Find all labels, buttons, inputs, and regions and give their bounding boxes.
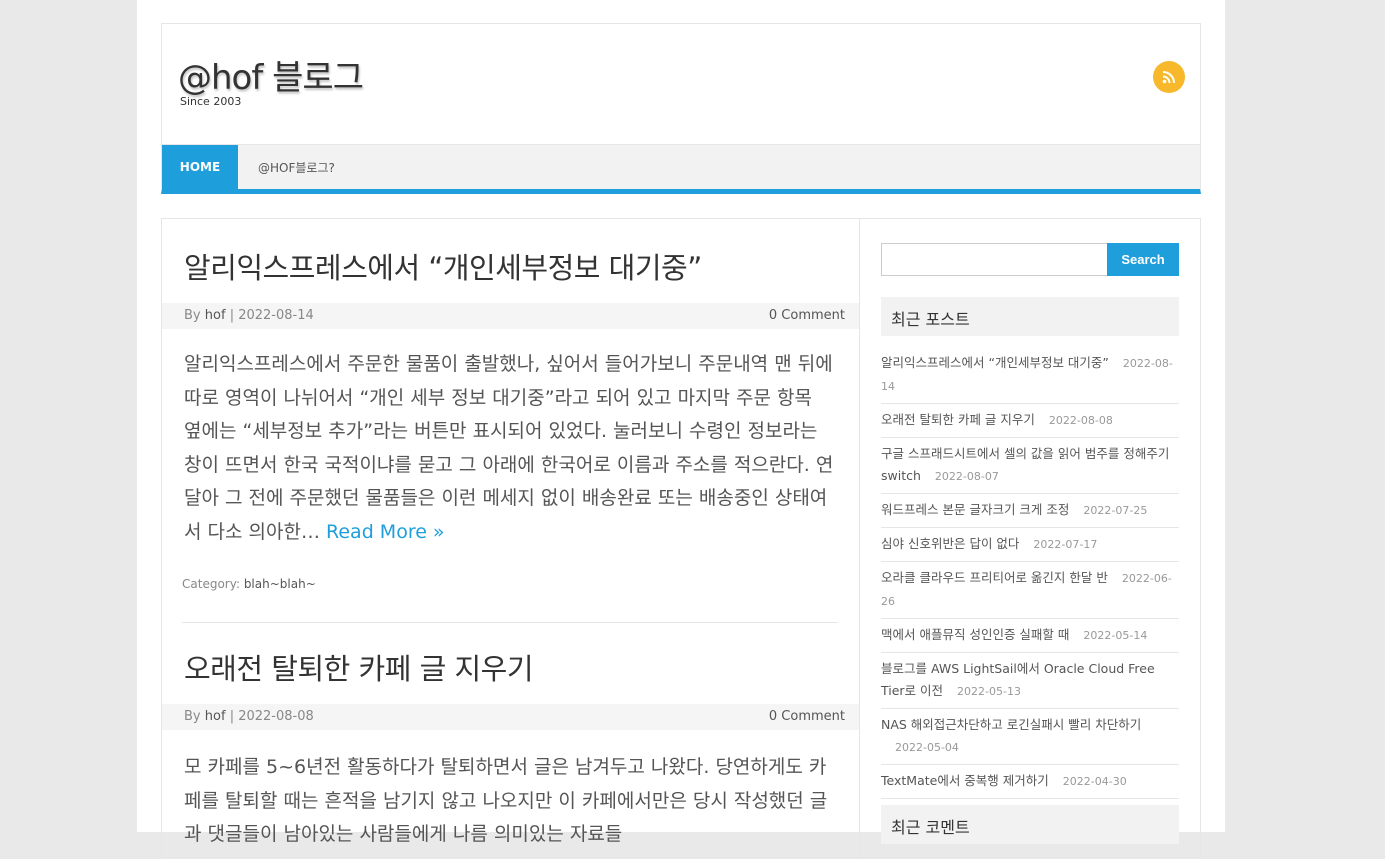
by-label: By bbox=[184, 709, 201, 724]
recent-post-date: 2022-05-04 bbox=[895, 741, 959, 754]
recent-posts-title: 최근 포스트 bbox=[881, 297, 1179, 336]
page: @hof 블로그 Since 2003 HOME @HOF블로그? 알리익스프레… bbox=[137, 0, 1225, 859]
list-item: 심야 신호위반은 답이 없다 2022-07-17 bbox=[881, 528, 1179, 562]
recent-post-date: 2022-08-07 bbox=[934, 470, 999, 483]
post-category: Category: blah~blah~ bbox=[182, 577, 316, 591]
content-area: 알리익스프레스에서 “개인세부정보 대기중” By hof | 2022-08-… bbox=[161, 218, 1201, 859]
meta-divider: | bbox=[229, 308, 235, 323]
recent-post-date: 2022-07-25 bbox=[1083, 504, 1148, 517]
category-link[interactable]: blah~blah~ bbox=[244, 577, 316, 591]
recent-post-link[interactable]: TextMate에서 중복행 제거하기 bbox=[881, 773, 1049, 788]
recent-post-link[interactable]: NAS 해외접근차단하고 로긴실패시 빨리 차단하기 bbox=[881, 717, 1141, 732]
post-meta: By hof | 2022-08-14 0 Comment bbox=[162, 303, 859, 329]
list-item: 알리익스프레스에서 “개인세부정보 대기중” 2022-08-14 bbox=[881, 347, 1179, 404]
post-date[interactable]: 2022-08-08 bbox=[238, 709, 314, 724]
recent-post-link[interactable]: 오래전 탈퇴한 카페 글 지우기 bbox=[881, 412, 1035, 427]
site-title[interactable]: @hof 블로그 bbox=[178, 50, 364, 99]
rss-button[interactable] bbox=[1153, 61, 1185, 93]
recent-posts-list: 알리익스프레스에서 “개인세부정보 대기중” 2022-08-14 오래전 탈퇴한… bbox=[881, 347, 1179, 799]
post-author[interactable]: hof bbox=[205, 308, 226, 323]
list-item: 구글 스프래드시트에서 셀의 값을 읽어 범주를 정해주기 switch 2022… bbox=[881, 438, 1179, 494]
nav-item-home[interactable]: HOME bbox=[162, 145, 238, 189]
recent-post-link[interactable]: 오라클 클라우드 프리티어로 옮긴지 한달 반 bbox=[881, 570, 1108, 585]
post-comments-link[interactable]: 0 Comment bbox=[769, 308, 845, 323]
recent-post-link[interactable]: 워드프레스 본문 글자크기 크게 조정 bbox=[881, 502, 1069, 517]
list-item: TextMate에서 중복행 제거하기 2022-04-30 bbox=[881, 765, 1179, 799]
list-item: 오래전 탈퇴한 카페 글 지우기 2022-08-08 bbox=[881, 404, 1179, 438]
main-column: 알리익스프레스에서 “개인세부정보 대기중” By hof | 2022-08-… bbox=[162, 219, 860, 859]
site-description: Since 2003 bbox=[180, 95, 242, 108]
category-label: Category: bbox=[182, 577, 240, 591]
list-item: 블로그를 AWS LightSail에서 Oracle Cloud Free T… bbox=[881, 653, 1179, 709]
search-button[interactable]: Search bbox=[1107, 243, 1179, 276]
post-excerpt: 알리익스프레스에서 주문한 물품이 출발했나, 싶어서 들어가보니 주문내역 맨… bbox=[184, 348, 834, 549]
post-title[interactable]: 알리익스프레스에서 “개인세부정보 대기중” bbox=[184, 245, 702, 287]
post-byline: By hof | 2022-08-14 bbox=[184, 308, 314, 323]
post-meta: By hof | 2022-08-08 0 Comment bbox=[162, 704, 859, 730]
nav-item-about[interactable]: @HOF블로그? bbox=[258, 145, 335, 189]
recent-post-link[interactable]: 심야 신호위반은 답이 없다 bbox=[881, 536, 1019, 551]
recent-post-date: 2022-07-17 bbox=[1033, 538, 1098, 551]
recent-comments-title: 최근 코멘트 bbox=[881, 805, 1179, 844]
post-comments-link[interactable]: 0 Comment bbox=[769, 709, 845, 724]
post-excerpt: 모 카페를 5~6년전 활동하다가 탈퇴하면서 글은 남겨두고 나왔다. 당연하… bbox=[184, 751, 834, 852]
recent-post-link[interactable]: 구글 스프래드시트에서 셀의 값을 읽어 범주를 정해주기 switch bbox=[881, 446, 1169, 483]
recent-post-link[interactable]: 알리익스프레스에서 “개인세부정보 대기중” bbox=[881, 355, 1109, 370]
recent-post-date: 2022-08-08 bbox=[1048, 414, 1113, 427]
by-label: By bbox=[184, 308, 201, 323]
post-byline: By hof | 2022-08-08 bbox=[184, 709, 314, 724]
recent-post-date: 2022-05-13 bbox=[957, 685, 1021, 698]
main-nav: HOME @HOF블로그? bbox=[161, 144, 1201, 194]
post-divider bbox=[182, 622, 838, 623]
post-excerpt-text: 알리익스프레스에서 주문한 물품이 출발했나, 싶어서 들어가보니 주문내역 맨… bbox=[184, 353, 834, 543]
list-item: 워드프레스 본문 글자크기 크게 조정 2022-07-25 bbox=[881, 494, 1179, 528]
list-item: 맥에서 애플뮤직 성인인증 실패할 때 2022-05-14 bbox=[881, 619, 1179, 653]
rss-icon bbox=[1162, 71, 1175, 84]
recent-post-date: 2022-04-30 bbox=[1062, 775, 1127, 788]
recent-post-link[interactable]: 맥에서 애플뮤직 성인인증 실패할 때 bbox=[881, 627, 1069, 642]
post-date[interactable]: 2022-08-14 bbox=[238, 308, 314, 323]
search-input[interactable] bbox=[881, 243, 1108, 276]
post-title[interactable]: 오래전 탈퇴한 카페 글 지우기 bbox=[184, 646, 534, 688]
list-item: NAS 해외접근차단하고 로긴실패시 빨리 차단하기 2022-05-04 bbox=[881, 709, 1179, 765]
recent-post-date: 2022-05-14 bbox=[1083, 629, 1148, 642]
list-item: 오라클 클라우드 프리티어로 옮긴지 한달 반 2022-06-26 bbox=[881, 562, 1179, 619]
site-header: @hof 블로그 Since 2003 bbox=[161, 23, 1201, 145]
meta-divider: | bbox=[229, 709, 235, 724]
post-author[interactable]: hof bbox=[205, 709, 226, 724]
read-more-link[interactable]: Read More » bbox=[326, 521, 445, 543]
